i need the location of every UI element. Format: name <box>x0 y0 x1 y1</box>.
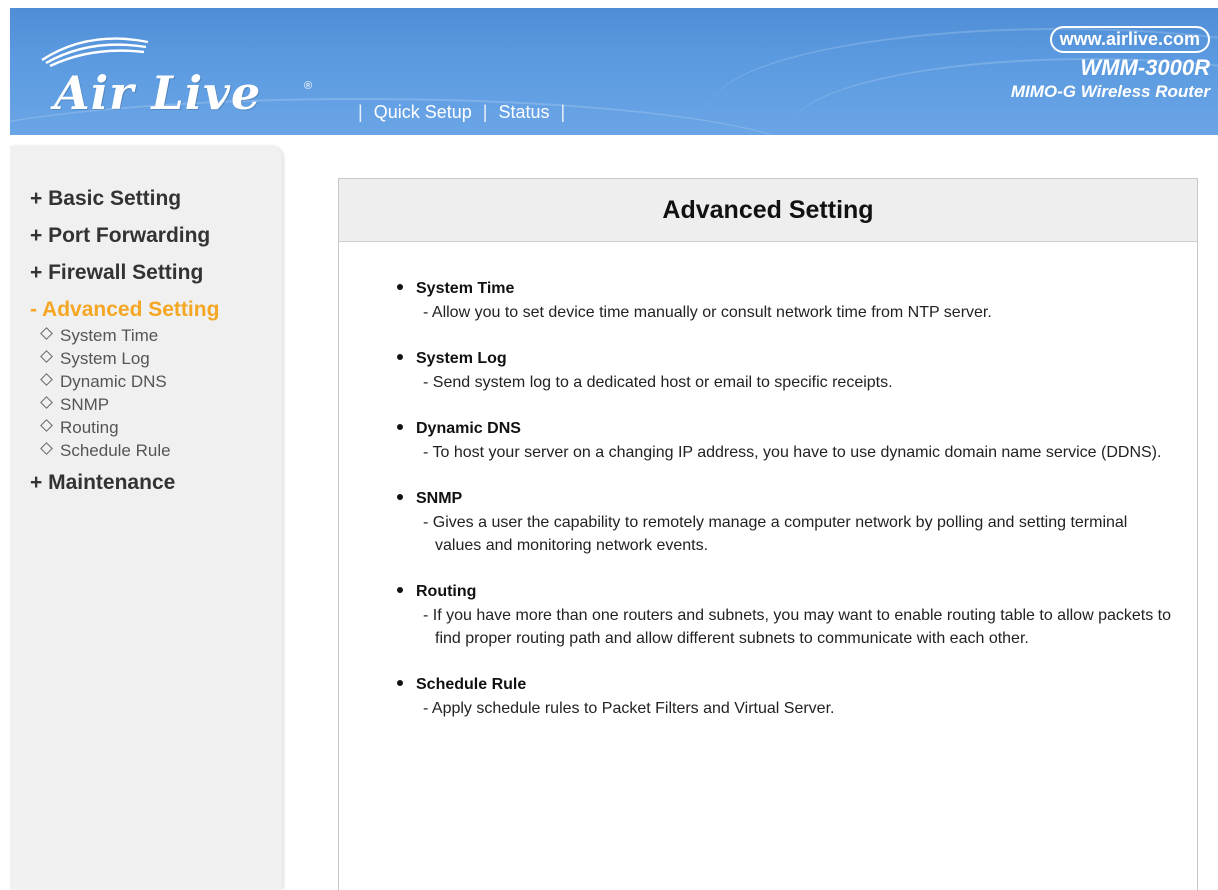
sidebar-item-advanced-setting[interactable]: - Advanced Setting <box>30 291 219 328</box>
advanced-submenu: System Time System Log Dynamic DNS SNMP … <box>40 324 219 462</box>
diamond-bullet-icon <box>40 396 53 409</box>
item-description: - If you have more than one routers and … <box>423 607 1171 647</box>
list-item: Schedule Rule - Apply schedule rules to … <box>397 673 1177 720</box>
bullet-icon <box>397 680 403 686</box>
header-banner: Air Live ® | Quick Setup | Status | www.… <box>10 8 1218 135</box>
item-title-text: SNMP <box>416 490 463 507</box>
bullet-icon <box>397 284 403 290</box>
bullet-icon <box>397 587 403 593</box>
brand-info: www.airlive.com WMM-3000R MIMO-G Wireles… <box>1011 26 1210 102</box>
model-description: MIMO-G Wireless Router <box>1010 82 1210 101</box>
sidebar: + Basic Setting + Port Forwarding + Fire… <box>10 146 282 889</box>
nav-separator: | <box>358 102 363 122</box>
item-title-text: System Time <box>416 280 515 297</box>
feature-list: System Time - Allow you to set device ti… <box>397 277 1177 743</box>
item-description: - To host your server on a changing IP a… <box>423 444 1162 461</box>
item-title: Routing <box>397 580 1177 604</box>
submenu-item-label: Schedule Rule <box>60 441 171 460</box>
model-name: WMM-3000R <box>1080 55 1210 80</box>
list-item: Dynamic DNS - To host your server on a c… <box>397 417 1177 464</box>
diamond-bullet-icon <box>40 373 53 386</box>
item-title-text: Routing <box>416 583 477 600</box>
top-nav: | Quick Setup | Status | <box>352 102 571 123</box>
sidebar-item-maintenance[interactable]: + Maintenance <box>30 464 219 501</box>
nav-quick-setup[interactable]: Quick Setup <box>374 102 472 122</box>
nav-separator: | <box>560 102 566 122</box>
item-description: - Gives a user the capability to remotel… <box>423 514 1128 554</box>
item-title: Dynamic DNS <box>397 417 1177 441</box>
sidebar-item-firewall-setting[interactable]: + Firewall Setting <box>30 254 219 291</box>
diamond-bullet-icon <box>40 419 53 432</box>
diamond-bullet-icon <box>40 442 53 455</box>
sidebar-menu: + Basic Setting + Port Forwarding + Fire… <box>30 180 219 501</box>
diamond-bullet-icon <box>40 350 53 363</box>
submenu-item-dynamic-dns[interactable]: Dynamic DNS <box>40 370 219 393</box>
website-link[interactable]: www.airlive.com <box>1049 26 1210 53</box>
airlive-logo[interactable]: Air Live ® <box>38 30 318 120</box>
item-title-text: System Log <box>416 350 507 367</box>
item-description: - Apply schedule rules to Packet Filters… <box>423 700 835 717</box>
nav-separator: | <box>482 102 488 122</box>
item-description: - Allow you to set device time manually … <box>423 304 992 321</box>
item-title-text: Schedule Rule <box>416 676 527 693</box>
list-item: System Log - Send system log to a dedica… <box>397 347 1177 394</box>
submenu-item-label: System Log <box>60 349 150 368</box>
submenu-item-label: System Time <box>60 326 159 345</box>
item-title: SNMP <box>397 487 1177 511</box>
item-title-text: Dynamic DNS <box>416 420 521 437</box>
nav-status[interactable]: Status <box>498 102 549 122</box>
submenu-item-system-log[interactable]: System Log <box>40 347 219 370</box>
bullet-icon <box>397 354 403 360</box>
item-title: Schedule Rule <box>397 673 1177 697</box>
registered-mark: ® <box>304 80 313 92</box>
submenu-item-schedule-rule[interactable]: Schedule Rule <box>40 439 219 462</box>
content-panel: Advanced Setting System Time - Allow you… <box>338 178 1198 890</box>
diamond-bullet-icon <box>40 327 53 340</box>
sidebar-item-basic-setting[interactable]: + Basic Setting <box>30 180 219 217</box>
bullet-icon <box>397 494 403 500</box>
list-item: Routing - If you have more than one rout… <box>397 580 1177 650</box>
submenu-item-snmp[interactable]: SNMP <box>40 393 219 416</box>
bullet-icon <box>397 424 403 430</box>
submenu-item-label: Dynamic DNS <box>60 372 167 391</box>
item-title: System Log <box>397 347 1177 371</box>
page-title: Advanced Setting <box>339 179 1197 242</box>
sidebar-item-port-forwarding[interactable]: + Port Forwarding <box>30 217 219 254</box>
submenu-item-label: Routing <box>60 418 119 437</box>
item-title: System Time <box>397 277 1177 301</box>
logo-text: Air Live <box>54 66 262 120</box>
wifi-arcs-icon <box>41 37 149 68</box>
submenu-item-label: SNMP <box>60 395 110 414</box>
submenu-item-routing[interactable]: Routing <box>40 416 219 439</box>
item-description: - Send system log to a dedicated host or… <box>423 374 893 391</box>
list-item: System Time - Allow you to set device ti… <box>397 277 1177 324</box>
list-item: SNMP - Gives a user the capability to re… <box>397 487 1177 557</box>
